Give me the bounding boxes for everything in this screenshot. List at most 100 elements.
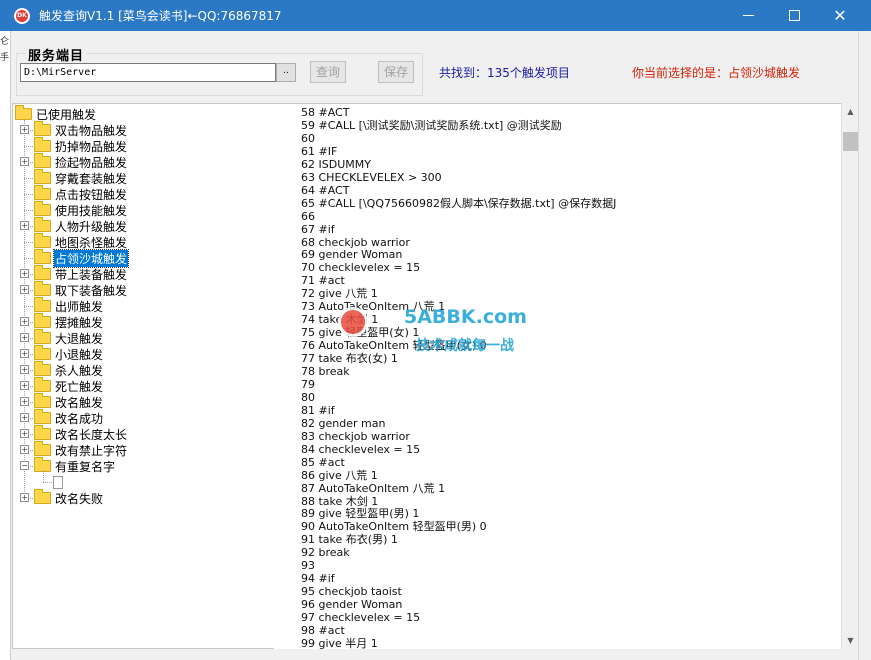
tree-item[interactable]: 扔掉物品触发 <box>34 137 128 154</box>
code-line: 70 checklevelex = 15 <box>301 261 421 275</box>
scroll-up-arrow-icon[interactable]: ▲ <box>842 103 859 120</box>
expand-icon[interactable]: + <box>20 413 29 422</box>
tree-connector-line <box>24 306 33 307</box>
code-line: 84 checklevelex = 15 <box>301 442 421 456</box>
background-window-char: 仑 <box>0 37 10 47</box>
tree-item[interactable]: 带上装备触发 <box>34 265 128 282</box>
expand-icon[interactable]: + <box>20 397 29 406</box>
server-path-input[interactable]: D:\MirServer <box>20 63 276 82</box>
tree-item-label: 捡起物品触发 <box>55 155 128 170</box>
code-line: 58 #ACT <box>301 106 350 119</box>
tree-item[interactable]: 捡起物品触发 <box>34 153 128 170</box>
tree-item[interactable]: 杀人触发 <box>34 361 104 378</box>
tree-connector-line <box>43 470 44 482</box>
expand-icon[interactable]: + <box>20 221 29 230</box>
scroll-down-arrow-icon[interactable]: ▼ <box>842 632 859 649</box>
expand-icon[interactable]: + <box>20 285 29 294</box>
tree-item[interactable]: 地图杀怪触发 <box>34 233 128 250</box>
tree-item[interactable]: 占领沙城触发 <box>34 248 130 268</box>
collapse-icon[interactable]: − <box>20 461 29 470</box>
code-line: 90 AutoTakeOnItem 轻型盔甲(男) 0 <box>301 520 487 534</box>
tree-item-label: 穿戴套装触发 <box>55 171 128 186</box>
tree-item-label: 使用技能触发 <box>55 203 128 218</box>
tree-item-label: 死亡触发 <box>55 379 104 394</box>
tree-item-label: 双击物品触发 <box>55 123 128 138</box>
folder-icon <box>34 441 51 456</box>
folder-icon <box>34 425 51 440</box>
tree-item[interactable]: 死亡触发 <box>34 377 104 394</box>
tree-item[interactable]: 大退触发 <box>34 329 104 346</box>
maximize-button[interactable] <box>771 0 817 31</box>
tree-item[interactable]: 双击物品触发 <box>34 121 128 138</box>
background-window-edge-right <box>858 31 871 660</box>
tree-item[interactable]: 穿戴套装触发 <box>34 169 128 186</box>
code-line: 98 #act <box>301 624 345 637</box>
code-line: 64 #ACT <box>301 183 350 197</box>
background-window-char: 手 <box>0 53 10 63</box>
minimize-button[interactable] <box>725 0 771 31</box>
expand-icon[interactable]: + <box>20 125 29 134</box>
tree-connector-line <box>43 482 52 483</box>
expand-icon[interactable]: + <box>20 365 29 374</box>
code-line: 80 <box>301 390 315 404</box>
tree-item[interactable]: 人物升级触发 <box>34 217 128 234</box>
folder-icon <box>34 217 51 232</box>
expand-icon[interactable]: + <box>20 349 29 358</box>
tree-connector-line <box>24 178 33 179</box>
expand-icon[interactable]: + <box>20 445 29 454</box>
tree-item[interactable]: 点击按钮触发 <box>34 185 128 202</box>
tree-item-label: 改有禁止字符 <box>55 443 128 458</box>
watermark-logo-icon <box>338 307 368 337</box>
code-line: 81 #if <box>301 403 335 417</box>
expand-icon[interactable]: + <box>20 493 29 502</box>
save-button[interactable]: 保存 <box>378 61 414 83</box>
folder-icon <box>34 361 51 376</box>
close-button[interactable]: ✕ <box>817 0 863 31</box>
expand-icon[interactable]: + <box>20 157 29 166</box>
server-group-legend: 服务端目 <box>26 45 87 64</box>
tree-item[interactable]: 出师触发 <box>34 297 104 314</box>
tree-leaf-document[interactable] <box>53 474 66 490</box>
code-line: 89 give 轻型盔甲(男) 1 <box>301 507 420 521</box>
tree-item[interactable]: 小退触发 <box>34 345 104 362</box>
tree-connector-line <box>24 242 33 243</box>
expand-icon[interactable]: + <box>20 429 29 438</box>
tree-item[interactable]: 有重复名字 <box>34 457 116 474</box>
expand-icon[interactable]: + <box>20 333 29 342</box>
tree-item[interactable]: 改名成功 <box>34 409 104 426</box>
folder-icon <box>34 313 51 328</box>
tree-item[interactable]: 改名长度太长 <box>34 425 128 442</box>
tree-item[interactable]: 摆摊触发 <box>34 313 104 330</box>
maximize-icon <box>788 10 800 21</box>
code-line: 91 take 布衣(男) 1 <box>301 533 398 547</box>
vertical-scrollbar[interactable]: ▲ ▼ <box>841 103 858 649</box>
watermark: 5ABBK.com 技术成就每一战 <box>338 297 558 357</box>
tree-item-label: 点击按钮触发 <box>55 187 128 202</box>
tree-item[interactable]: 改名触发 <box>34 393 104 410</box>
expand-icon[interactable]: + <box>20 269 29 278</box>
tree-root[interactable]: 已使用触发 <box>15 105 97 122</box>
code-line: 71 #act <box>301 274 345 288</box>
tree-item[interactable]: 使用技能触发 <box>34 201 128 218</box>
code-line: 62 ISDUMMY <box>301 157 371 171</box>
watermark-slogan: 技术成就每一战 <box>416 338 514 354</box>
script-text-view[interactable]: 58 #ACT 59 #CALL [\测试奖励\测试奖励系统.txt] @测试奖励… <box>274 103 841 649</box>
folder-icon <box>34 377 51 392</box>
tree-item[interactable]: 改名失败 <box>34 489 104 506</box>
tree-item-label: 大退触发 <box>55 331 104 346</box>
tree-item-label: 带上装备触发 <box>55 267 128 282</box>
query-button[interactable]: 查询 <box>310 61 346 83</box>
browse-button[interactable]: .. <box>276 63 296 82</box>
expand-icon[interactable]: + <box>20 317 29 326</box>
folder-icon <box>34 409 51 424</box>
code-line: 69 gender Woman <box>301 248 403 262</box>
code-line: 63 CHECKLEVELEX > 300 <box>301 170 442 184</box>
tree-item-label: 扔掉物品触发 <box>55 139 128 154</box>
tree-item[interactable]: 取下装备触发 <box>34 281 128 298</box>
scroll-thumb[interactable] <box>843 132 858 151</box>
tree-item[interactable]: 改有禁止字符 <box>34 441 128 458</box>
trigger-tree[interactable]: 已使用触发 + 双击物品触发 扔掉物品触发 + 捡起物品触发 穿戴套装触发 点击按钮触发 使用… <box>12 103 274 649</box>
tree-item-label: 改名触发 <box>55 395 104 410</box>
tree-item-label: 人物升级触发 <box>55 219 128 234</box>
expand-icon[interactable]: + <box>20 381 29 390</box>
